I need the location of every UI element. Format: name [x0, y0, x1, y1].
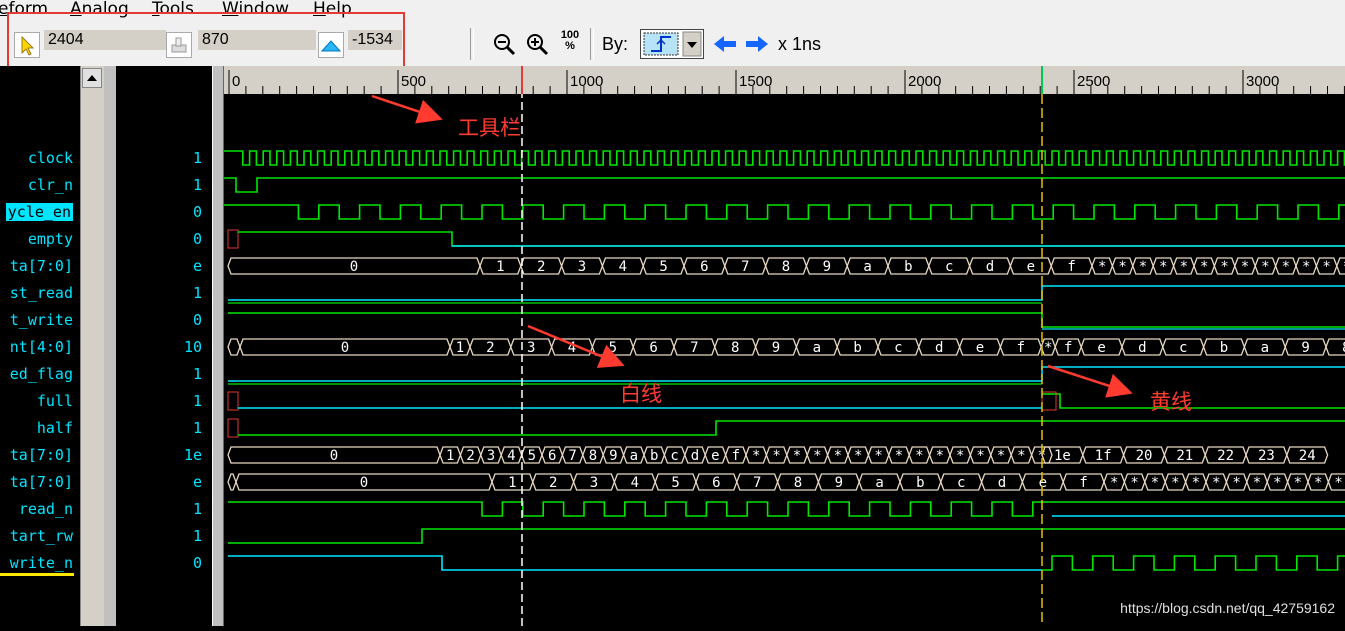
yellow-line-annotation: 黄线	[1150, 390, 1192, 414]
annotation-layer	[371, 94, 1133, 398]
annotation-arrow	[371, 94, 443, 124]
watermark: https://blog.csdn.net/qq_42759162	[1120, 600, 1335, 616]
white-line-annotation: 白线	[620, 382, 662, 406]
toolbar-annotation: 工具栏	[458, 116, 521, 140]
annotation-arrow	[1047, 364, 1133, 398]
annotation-arrow	[527, 324, 625, 368]
